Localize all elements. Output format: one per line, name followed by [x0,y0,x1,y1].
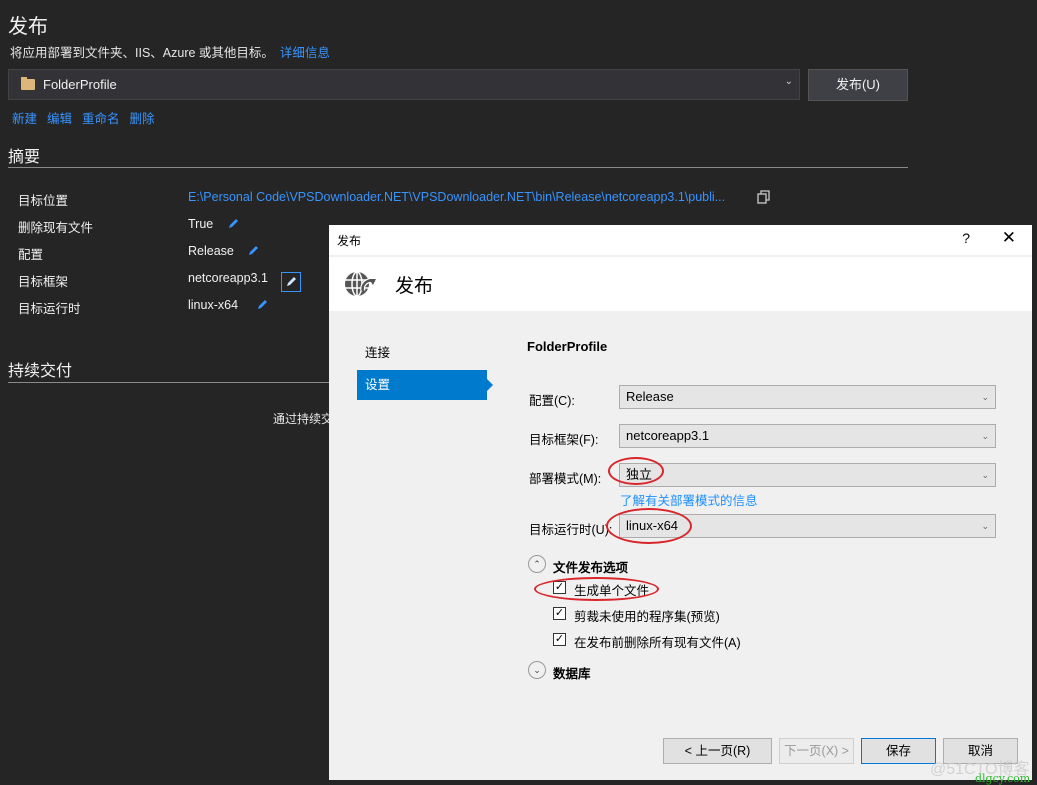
page-title: 发布 [8,16,48,38]
chevron-down-icon: ⌄ [981,470,989,480]
configuration-label: 配置(C): [529,394,575,408]
chevron-down-icon: ⌄ [784,76,793,87]
file-options-collapse-button[interactable]: ⌃ [528,555,546,573]
summary-label-delete-existing: 删除现有文件 [18,221,94,235]
edit-pencil-icon[interactable] [247,245,259,257]
next-button[interactable]: 下一页(X) > [779,738,854,764]
database-expand-button[interactable]: ⌄ [528,661,546,679]
publish-button[interactable]: 发布(U) [808,69,908,101]
target-framework-select[interactable]: netcoreapp3.1 ⌄ [619,424,996,448]
configuration-value: Release [188,244,234,258]
target-runtime-row: linux-x64 [188,298,268,312]
target-framework-value: netcoreapp3.1 [188,271,268,285]
annotation-ellipse [534,577,659,601]
target-framework-row: netcoreapp3.1 [188,271,302,292]
delete-existing-files-checkbox[interactable]: ✓ [553,633,566,646]
target-framework-label: 目标框架(F): [529,433,599,447]
continuous-delivery-text: 通过持续交 [273,412,334,426]
edit-framework-button[interactable] [281,272,302,292]
target-location-link[interactable]: E:\Personal Code\VPSDownloader.NET\VPSDo… [188,190,725,204]
summary-label-target-framework: 目标框架 [18,275,69,289]
new-profile-link[interactable]: 新建 [12,112,37,126]
profile-actions: 新建 编辑 重命名 删除 [12,108,165,127]
annotation-ellipse [608,457,664,485]
copy-icon[interactable] [757,190,771,204]
folder-icon [21,77,35,90]
dialog-title: 发布 [337,234,362,248]
close-button[interactable]: ✕ [1002,228,1016,248]
configuration-row: Release [188,244,259,258]
deployment-mode-info-link[interactable]: 了解有关部署模式的信息 [620,490,758,509]
continuous-delivery-heading: 持续交付 [8,363,73,380]
nav-item-connection[interactable]: 连接 [357,338,487,368]
summary-label-target-location: 目标位置 [18,194,69,208]
save-button[interactable]: 保存 [861,738,936,764]
profile-name-heading: FolderProfile [527,339,608,354]
dialog-header-title: 发布 [395,276,434,297]
summary-label-configuration: 配置 [18,248,44,262]
configuration-select[interactable]: Release ⌄ [619,385,996,409]
target-runtime-value: linux-x64 [188,298,239,312]
summary-divider [8,167,908,168]
delete-existing-files-label: 在发布前删除所有现有文件(A) [574,636,741,650]
summary-label-target-runtime: 目标运行时 [18,302,81,316]
help-button[interactable]: ? [962,230,970,246]
chevron-down-icon: ⌄ [981,521,989,531]
configuration-select-value: Release [626,389,674,404]
rename-profile-link[interactable]: 重命名 [82,112,120,126]
globe-publish-icon [345,271,376,297]
deployment-mode-select[interactable]: 独立 ⌄ [619,463,996,487]
edit-pencil-icon[interactable] [256,299,268,311]
delete-existing-row: True [188,217,239,231]
chevron-down-icon: ⌄ [981,392,989,402]
edit-profile-link[interactable]: 编辑 [47,112,72,126]
edit-pencil-icon [287,277,297,286]
watermark-sub: dlgcy.com [975,772,1031,785]
trim-assemblies-checkbox[interactable]: ✓ [553,607,566,620]
profile-select[interactable]: FolderProfile ⌄ [8,69,800,100]
annotation-ellipse [606,508,692,544]
dialog-header: 发布 [329,257,1032,311]
target-runtime-label: 目标运行时(U): [529,523,613,537]
chevron-down-icon: ⌄ [981,431,989,441]
publish-dialog: 发布 ? ✕ 发布 连接 设置 FolderProfile 配置(C): Rel… [329,225,1032,780]
dialog-titlebar: 发布 ? ✕ [329,225,1032,255]
subtitle-text: 将应用部署到文件夹、IIS、Azure 或其他目标。 [10,46,274,60]
page-subtitle: 将应用部署到文件夹、IIS、Azure 或其他目标。 详细信息 [10,42,330,61]
target-framework-select-value: netcoreapp3.1 [626,428,710,443]
summary-heading: 摘要 [8,149,41,166]
trim-assemblies-label: 剪裁未使用的程序集(预览) [574,610,720,624]
previous-button[interactable]: < 上一页(R) [663,738,772,764]
edit-pencil-icon[interactable] [227,218,239,230]
nav-item-settings[interactable]: 设置 [357,370,493,400]
database-heading: 数据库 [553,667,591,681]
file-options-heading: 文件发布选项 [553,561,629,575]
deployment-mode-label: 部署模式(M): [529,472,602,486]
details-link[interactable]: 详细信息 [280,46,330,60]
delete-existing-value: True [188,217,214,231]
continuous-divider [8,382,338,383]
profile-select-value: FolderProfile [43,77,117,92]
delete-profile-link[interactable]: 删除 [130,112,155,126]
